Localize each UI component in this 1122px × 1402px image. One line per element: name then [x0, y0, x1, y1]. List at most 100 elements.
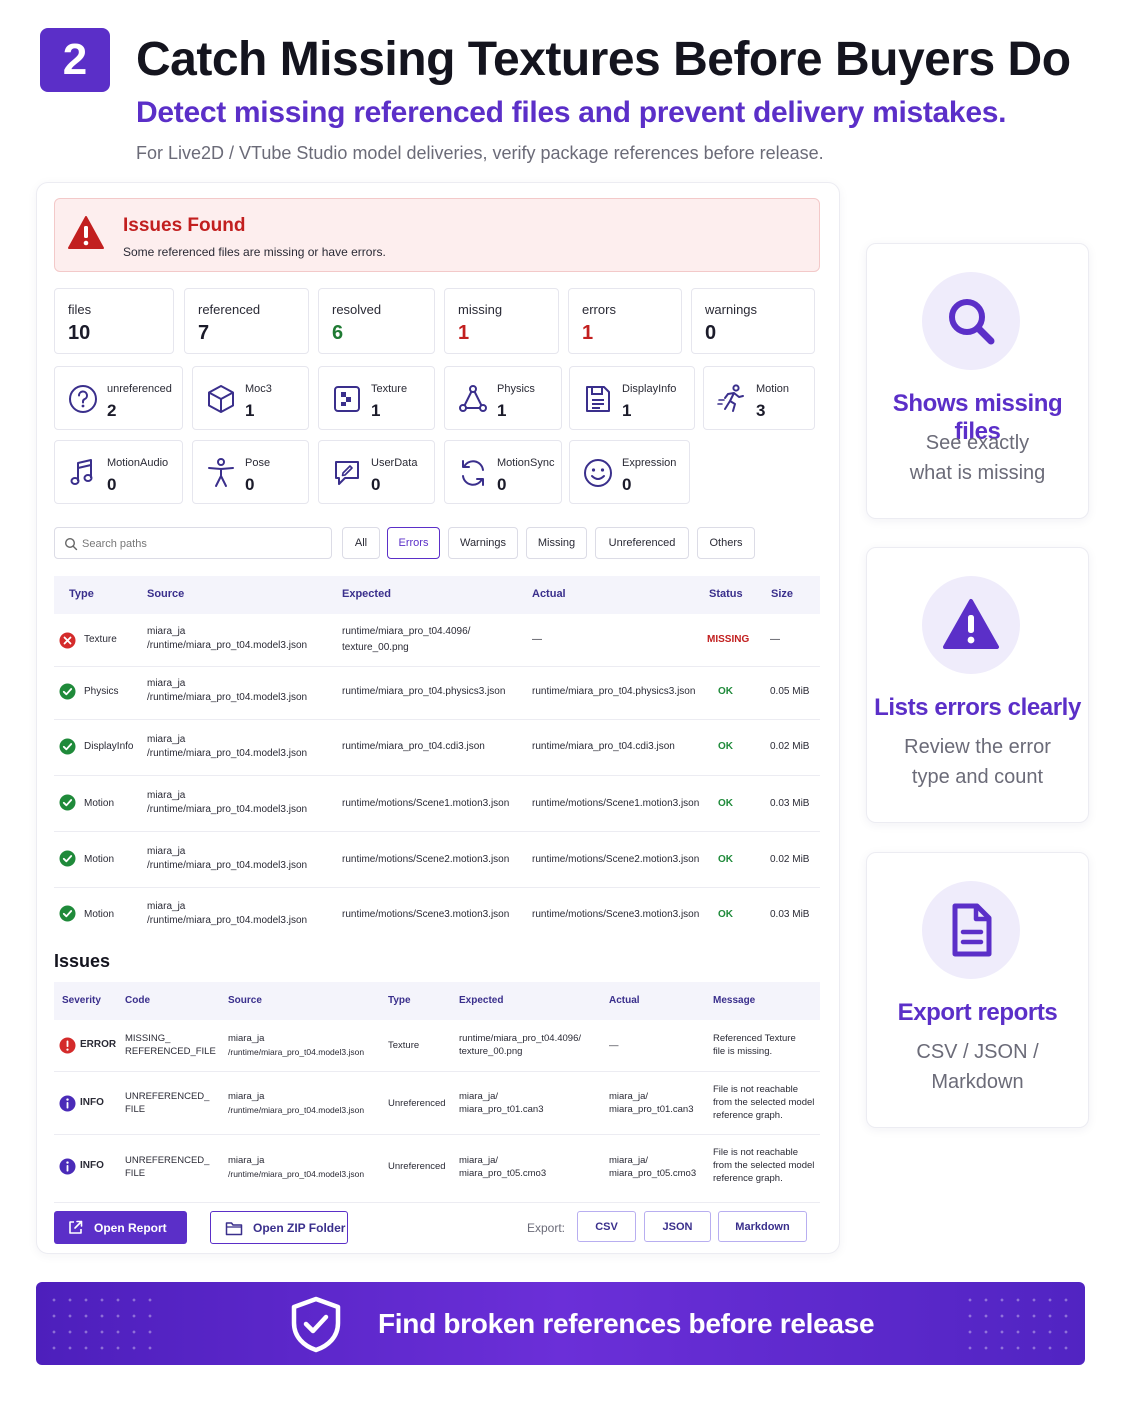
- category-value: 0: [107, 475, 117, 494]
- export-json-button[interactable]: JSON: [644, 1211, 711, 1242]
- column-severity[interactable]: Severity: [62, 995, 101, 1006]
- cell-source-path: /runtime/miara_pro_t04.model3.json: [147, 860, 308, 871]
- column-source[interactable]: Source: [147, 588, 184, 600]
- page-description: For Live2D / VTube Studio model deliveri…: [136, 143, 824, 163]
- cell-source: miara_ja: [147, 626, 186, 637]
- category-userdata[interactable]: UserData 0: [318, 440, 435, 504]
- column-actual[interactable]: Actual: [609, 995, 640, 1006]
- column-expected[interactable]: Expected: [342, 588, 391, 600]
- export-csv-button[interactable]: CSV: [577, 1211, 636, 1242]
- cell-expected-file: texture_00.png: [342, 642, 409, 653]
- filter-unreferenced[interactable]: Unreferenced: [595, 527, 689, 559]
- check-icon: [59, 905, 76, 922]
- search-input[interactable]: [82, 534, 322, 554]
- page-subtitle: Detect missing referenced files and prev…: [136, 96, 1007, 129]
- banner-text: Find broken references before release: [378, 1308, 875, 1339]
- info-icon: [59, 1095, 76, 1112]
- category-label: Physics: [497, 383, 535, 395]
- stat-errors: errors 1: [568, 288, 682, 354]
- column-message[interactable]: Message: [713, 995, 755, 1006]
- category-expression[interactable]: Expression 0: [569, 440, 690, 504]
- cube-icon: [208, 385, 234, 413]
- folder-icon: [225, 1222, 243, 1236]
- table-row[interactable]: Physics miara_ja /runtime/miara_pro_t04.…: [54, 667, 820, 720]
- category-motionaudio[interactable]: MotionAudio 0: [54, 440, 183, 504]
- table-row[interactable]: DisplayInfo miara_ja /runtime/miara_pro_…: [54, 720, 820, 776]
- feature-icon-circle: [922, 576, 1020, 674]
- open-zip-folder-button[interactable]: Open ZIP Folder: [210, 1211, 348, 1244]
- stat-warnings: warnings 0: [691, 288, 815, 354]
- category-value: 3: [756, 401, 766, 420]
- export-markdown-button[interactable]: Markdown: [718, 1211, 807, 1242]
- issue-row[interactable]: INFO UNREFERENCED_ FILE miara_ja /runtim…: [54, 1135, 820, 1203]
- feature-icon-circle: [922, 272, 1020, 370]
- severity-label: INFO: [80, 1160, 104, 1171]
- cell-expected: runtime/miara_pro_t04.4096/: [459, 1033, 581, 1044]
- column-source[interactable]: Source: [228, 995, 262, 1006]
- cell-size: 0.05 MiB: [770, 686, 810, 697]
- cell-expected: miara_ja/: [459, 1091, 499, 1102]
- stat-referenced: referenced 7: [184, 288, 309, 354]
- export-label: Export:: [527, 1221, 566, 1235]
- category-texture[interactable]: Texture 1: [318, 366, 435, 430]
- issue-row[interactable]: INFO UNREFERENCED_ FILE miara_ja /runtim…: [54, 1072, 820, 1135]
- column-status[interactable]: Status: [709, 588, 743, 600]
- column-type[interactable]: Type: [388, 995, 411, 1006]
- cell-expected: runtime/motions/Scene2.motion3.json: [342, 854, 510, 865]
- texture-icon: [334, 386, 360, 412]
- category-moc3[interactable]: Moc3 1: [192, 366, 309, 430]
- cell-actual: —: [532, 634, 542, 645]
- decorative-dots: [46, 1292, 156, 1356]
- cell-size: 0.03 MiB: [770, 909, 810, 920]
- category-label: MotionSync: [497, 457, 555, 469]
- open-report-button[interactable]: Open Report: [54, 1211, 187, 1244]
- cell-code: MISSING_: [125, 1033, 171, 1044]
- files-table-header: Type Source Expected Actual Status Size: [54, 576, 820, 614]
- table-row[interactable]: Texture miara_ja /runtime/miara_pro_t04.…: [54, 614, 820, 667]
- category-label: Texture: [371, 383, 408, 395]
- cell-source: miara_ja: [147, 846, 186, 857]
- column-expected[interactable]: Expected: [459, 995, 503, 1006]
- category-label: Pose: [245, 457, 271, 469]
- stat-value: 10: [68, 322, 91, 344]
- filter-others[interactable]: Others: [697, 527, 755, 559]
- cell-source-path: /runtime/miara_pro_t04.model3.json: [147, 748, 308, 759]
- column-actual[interactable]: Actual: [532, 588, 566, 600]
- cell-source-path: /runtime/miara_pro_t04.model3.json: [147, 692, 308, 703]
- filter-missing[interactable]: Missing: [526, 527, 587, 559]
- category-label: Moc3: [245, 383, 272, 395]
- step-badge: 2: [40, 28, 110, 92]
- table-row[interactable]: Motion miara_ja /runtime/miara_pro_t04.m…: [54, 776, 820, 832]
- category-unreferenced[interactable]: unreferenced 2: [54, 366, 183, 430]
- category-motionsync[interactable]: MotionSync 0: [444, 440, 562, 504]
- category-physics[interactable]: Physics 1: [444, 366, 562, 430]
- category-pose[interactable]: Pose 0: [192, 440, 309, 504]
- table-row[interactable]: Motion miara_ja /runtime/miara_pro_t04.m…: [54, 832, 820, 888]
- column-code[interactable]: Code: [125, 995, 150, 1006]
- issue-row[interactable]: ERROR MISSING_ REFERENCED_FILE miara_ja …: [54, 1020, 820, 1072]
- filter-errors[interactable]: Errors: [387, 527, 440, 559]
- filter-warnings[interactable]: Warnings: [448, 527, 518, 559]
- info-icon: [59, 1158, 76, 1175]
- cell-message-cont: file is missing.: [713, 1046, 773, 1057]
- cell-actual: runtime/miara_pro_t04.physics3.json: [532, 686, 696, 697]
- category-value: 0: [622, 475, 632, 494]
- category-value: 1: [245, 401, 255, 420]
- category-value: 0: [371, 475, 381, 494]
- category-motion[interactable]: Motion 3: [703, 366, 815, 430]
- filter-all[interactable]: All: [342, 527, 380, 559]
- status-badge: OK: [718, 741, 733, 752]
- stat-resolved: resolved 6: [318, 288, 435, 354]
- stat-label: resolved: [332, 302, 382, 317]
- stat-label: warnings: [705, 302, 758, 317]
- category-label: unreferenced: [107, 383, 172, 395]
- cell-code-cont: REFERENCED_FILE: [125, 1046, 216, 1057]
- cell-type: Unreferenced: [388, 1161, 446, 1172]
- cell-actual: miara_ja/: [609, 1091, 649, 1102]
- table-row[interactable]: Motion miara_ja /runtime/miara_pro_t04.m…: [54, 888, 820, 942]
- column-type[interactable]: Type: [69, 588, 94, 600]
- user-data-icon: [335, 461, 359, 485]
- category-displayinfo[interactable]: DisplayInfo 1: [569, 366, 695, 430]
- column-size[interactable]: Size: [771, 588, 793, 600]
- document-icon: [952, 903, 992, 957]
